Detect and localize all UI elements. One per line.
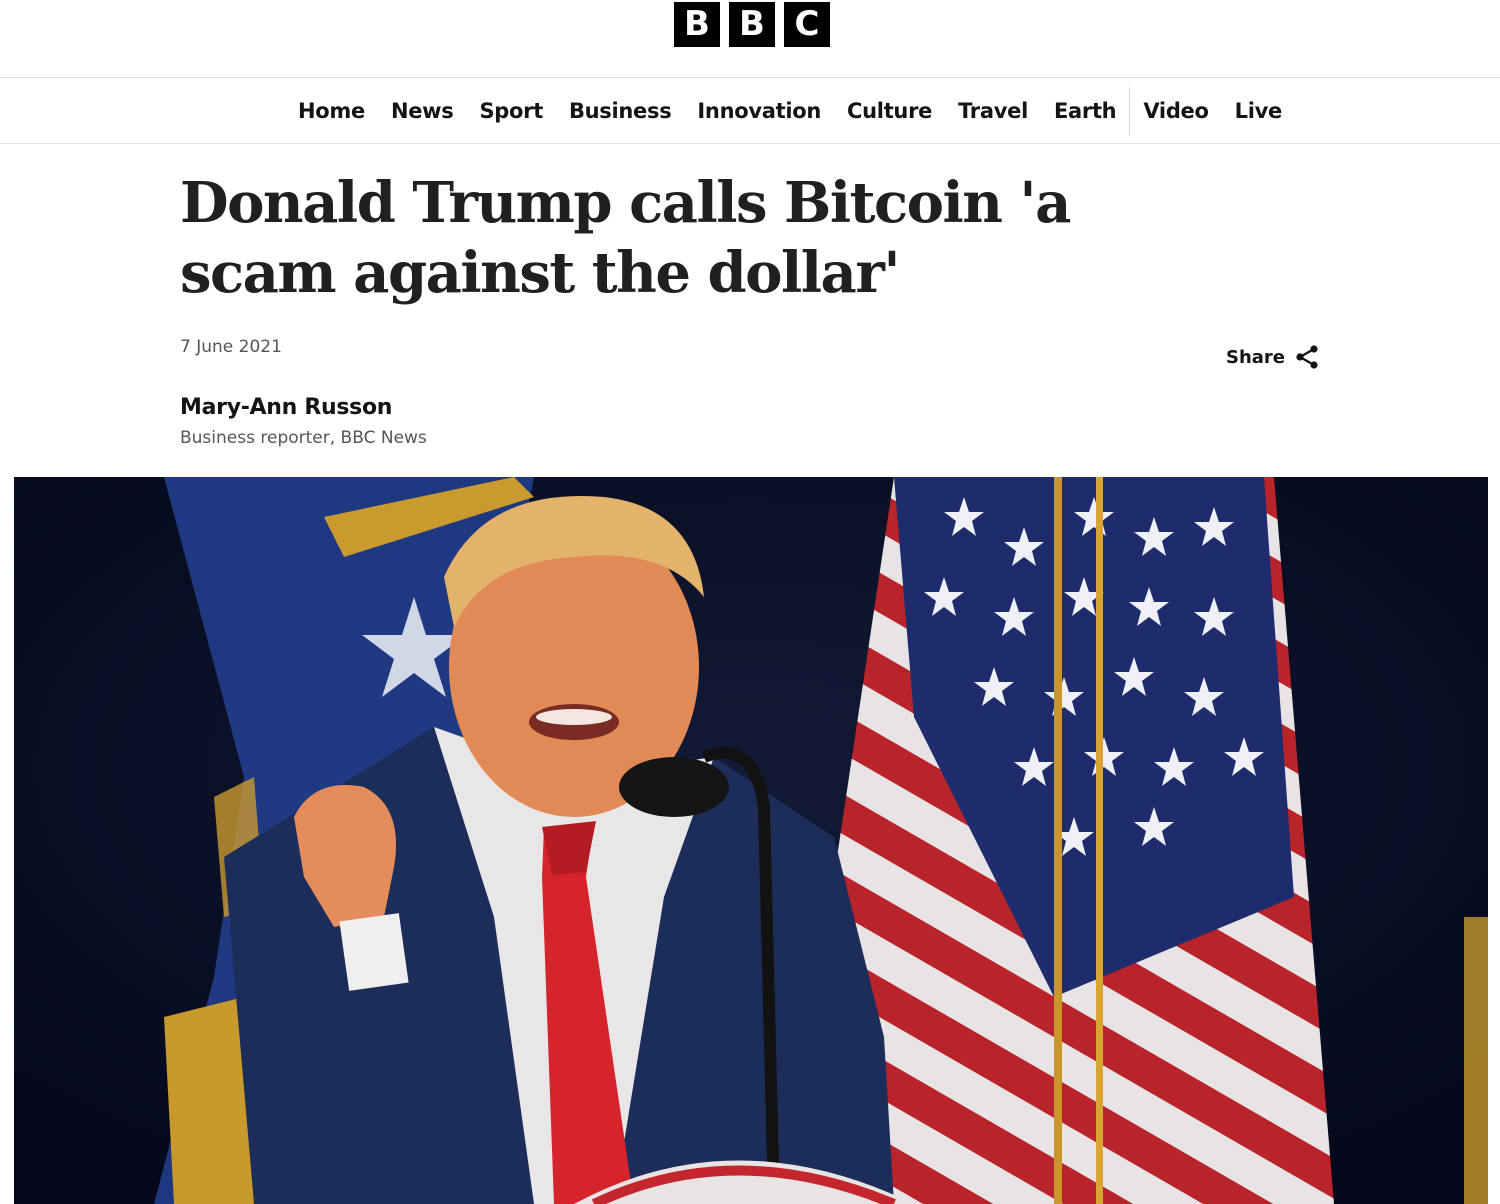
logo-block-3: C [784,2,830,47]
bbc-logo[interactable]: B B C [674,2,830,47]
nav-item-home[interactable]: Home [285,99,378,123]
nav-item-video[interactable]: Video [1130,99,1221,123]
nav-item-culture[interactable]: Culture [834,99,945,123]
hero-illustration [14,477,1488,1204]
article-date: 7 June 2021 [180,337,282,357]
logo-block-2: B [729,2,775,47]
nav-item-sport[interactable]: Sport [466,99,555,123]
share-button[interactable]: Share [1226,344,1319,370]
article-headline: Donald Trump calls Bitcoin 'a scam again… [180,170,1071,306]
masthead: B B C [0,0,1500,78]
nav-item-innovation[interactable]: Innovation [684,99,834,123]
hero-image [14,477,1488,1204]
nav-item-live[interactable]: Live [1222,99,1295,123]
main-nav: Home News Sport Business Innovation Cult… [0,79,1500,144]
nav-list: Home News Sport Business Innovation Cult… [285,79,1295,143]
author-name[interactable]: Mary-Ann Russon [180,395,392,420]
nav-item-news[interactable]: News [378,99,467,123]
share-icon [1295,344,1319,370]
nav-item-travel[interactable]: Travel [945,99,1041,123]
author-role: Business reporter, BBC News [180,428,427,448]
logo-block-1: B [674,2,720,47]
nav-item-business[interactable]: Business [556,99,684,123]
nav-item-earth[interactable]: Earth [1041,99,1129,123]
share-label: Share [1226,346,1286,368]
